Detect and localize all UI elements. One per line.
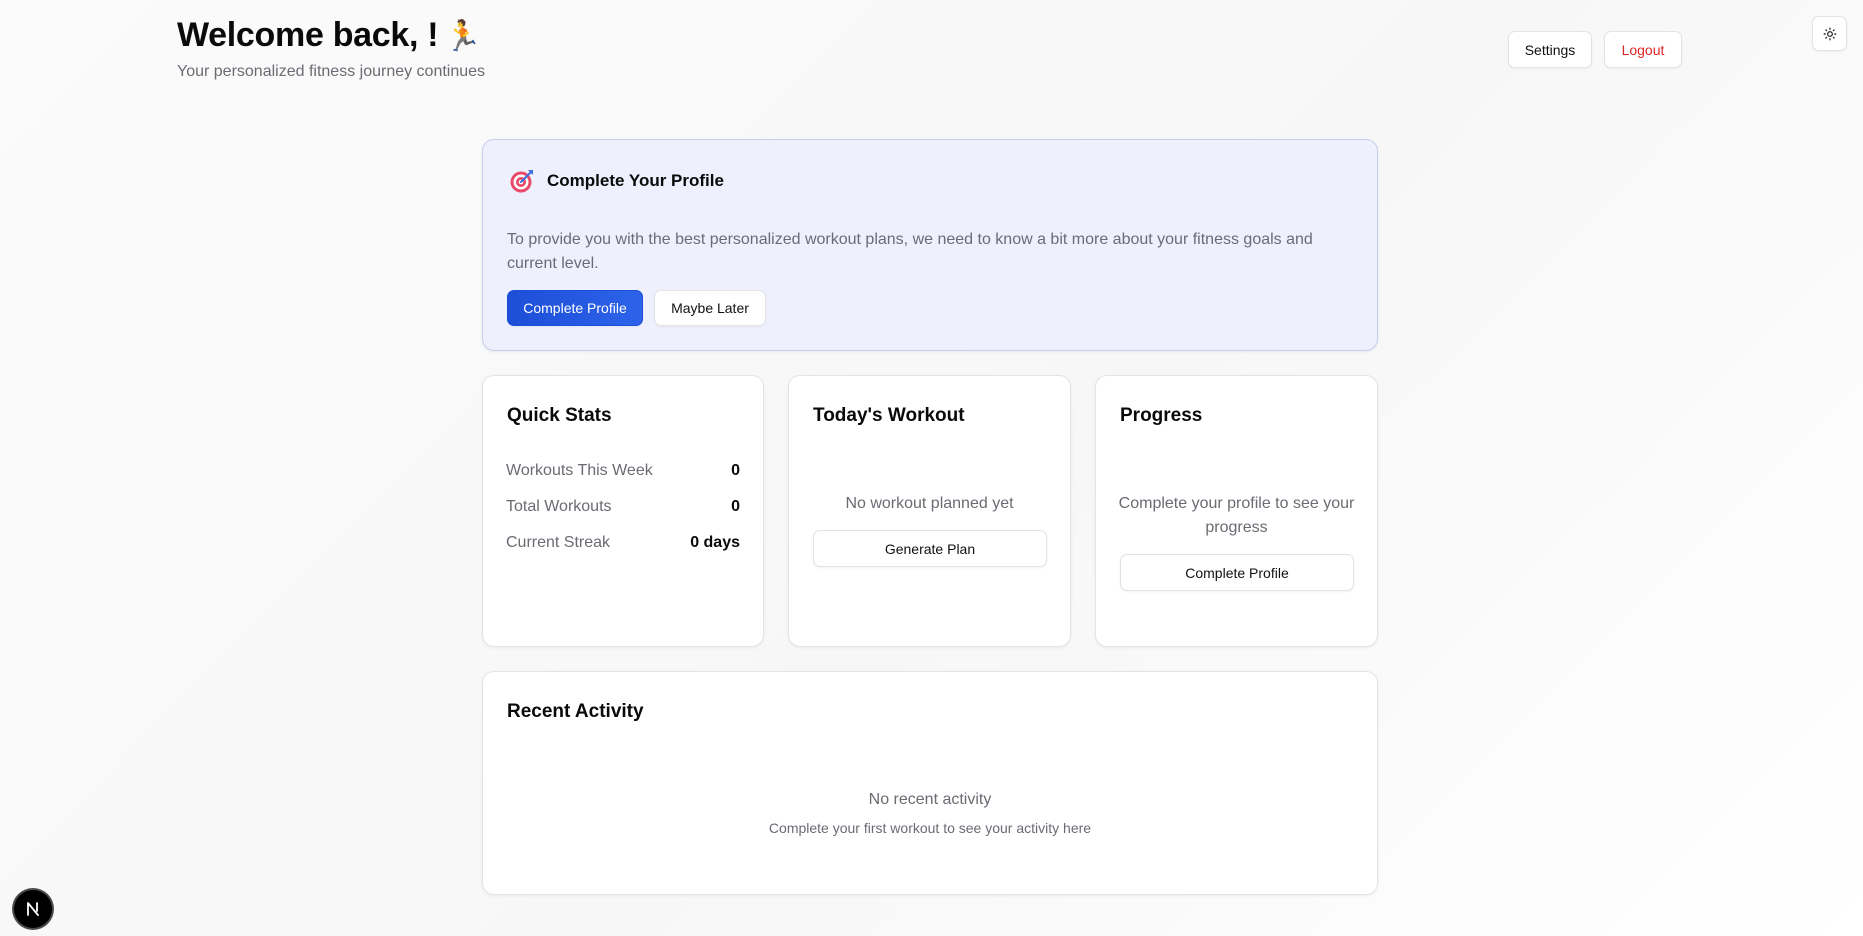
- stat-value: 0 days: [690, 534, 740, 551]
- todays-workout-title: Today's Workout: [813, 405, 965, 426]
- settings-button[interactable]: Settings: [1508, 31, 1592, 68]
- recent-activity-card: Recent Activity No recent activity Compl…: [482, 671, 1378, 895]
- progress-title: Progress: [1120, 405, 1203, 426]
- page-subtitle: Your personalized fitness journey contin…: [177, 63, 486, 80]
- complete-profile-title: Complete Your Profile: [547, 171, 724, 190]
- stat-label: Total Workouts: [506, 498, 612, 515]
- page-title-text: Welcome back, !: [177, 16, 439, 54]
- stat-label: Workouts This Week: [506, 462, 653, 479]
- stat-row-workouts-this-week: Workouts This Week 0: [506, 461, 740, 481]
- quick-stats-title: Quick Stats: [507, 405, 612, 426]
- stat-row-current-streak: Current Streak 0 days: [506, 533, 740, 553]
- nextjs-dev-indicator-button[interactable]: [14, 890, 52, 928]
- logout-button[interactable]: Logout: [1604, 31, 1682, 68]
- stat-value: 0: [731, 462, 740, 479]
- complete-profile-card: Complete Your Profile To provide you wit…: [482, 139, 1378, 351]
- progress-empty-message: Complete your profile to see your progre…: [1118, 495, 1355, 536]
- stat-value: 0: [731, 498, 740, 515]
- runner-emoji-icon: 🏃: [444, 20, 482, 53]
- target-icon: [510, 170, 533, 193]
- progress-complete-profile-button[interactable]: Complete Profile: [1120, 554, 1354, 591]
- theme-toggle-button[interactable]: [1812, 16, 1847, 51]
- sun-icon: [1823, 27, 1836, 40]
- stat-label: Current Streak: [506, 534, 611, 551]
- stat-row-total-workouts: Total Workouts 0: [506, 497, 740, 517]
- generate-plan-button[interactable]: Generate Plan: [813, 530, 1047, 567]
- complete-profile-header: Complete Your Profile: [509, 168, 724, 194]
- recent-activity-title: Recent Activity: [507, 701, 644, 722]
- complete-profile-description: To provide you with the best personalize…: [507, 231, 1313, 272]
- page-title: Welcome back, ! 🏃: [177, 15, 482, 57]
- progress-card: Progress Complete your profile to see yo…: [1095, 375, 1378, 647]
- todays-workout-card: Today's Workout No workout planned yet G…: [788, 375, 1071, 647]
- complete-profile-button[interactable]: Complete Profile: [507, 290, 643, 326]
- recent-activity-hint: Complete your first workout to see your …: [768, 820, 1092, 836]
- workout-empty-message: No workout planned yet: [845, 495, 1014, 512]
- nextjs-logo-icon: [27, 902, 39, 916]
- recent-activity-empty-message: No recent activity: [868, 791, 992, 808]
- maybe-later-button[interactable]: Maybe Later: [654, 290, 766, 326]
